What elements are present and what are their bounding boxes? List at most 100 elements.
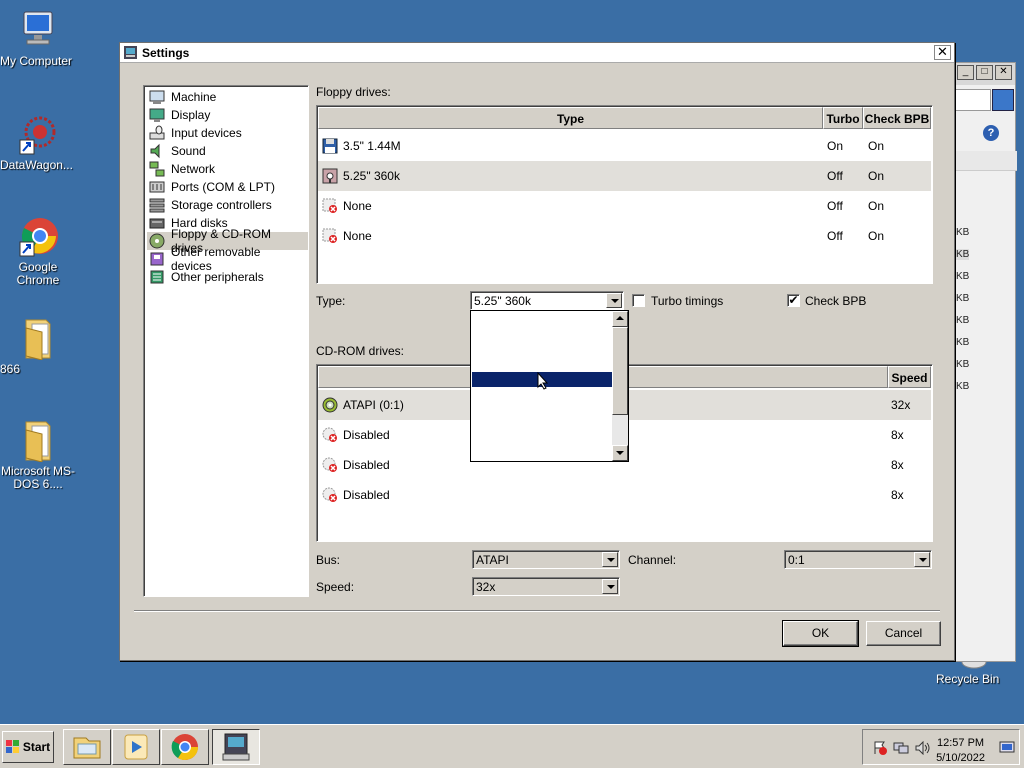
check-bpb-label[interactable]: Check BPB [805, 294, 866, 308]
check-bpb-checkbox[interactable]: ✔ [787, 294, 800, 307]
cancel-button[interactable]: Cancel [866, 621, 941, 646]
column-header-check-bpb[interactable]: Check BPB [863, 107, 931, 129]
machine-icon [149, 89, 165, 105]
speed-select[interactable]: 32x [472, 577, 620, 596]
channel-label: Channel: [628, 553, 677, 567]
size-cell: KB [956, 293, 970, 304]
minimize-button[interactable]: _ [957, 65, 974, 80]
category-display[interactable]: Display [147, 106, 214, 124]
channel-select[interactable]: 0:1 [784, 550, 932, 569]
desktop-icon-datawagon[interactable]: DataWagon... [0, 112, 76, 172]
help-icon[interactable]: ? [983, 125, 999, 141]
clock-date: 5/10/2022 [936, 752, 985, 764]
column-header[interactable] [953, 151, 1017, 171]
shortcut-icon [16, 112, 60, 156]
scroll-down-icon[interactable] [612, 445, 628, 461]
chevron-down-icon[interactable] [602, 552, 618, 567]
size-cell: KB [956, 359, 970, 370]
dropdown-option[interactable] [472, 447, 612, 462]
column-header-speed[interactable]: Speed [888, 366, 931, 388]
dropdown-option[interactable] [472, 417, 612, 432]
speed-cell: 8x [891, 428, 904, 442]
dialog-title: Settings [142, 46, 190, 60]
clock[interactable]: 12:57 PM 5/10/2022 [936, 736, 985, 766]
media-player-icon[interactable] [112, 729, 160, 765]
table-row[interactable]: None Off On [318, 221, 931, 251]
action-center-icon[interactable] [873, 741, 887, 755]
scroll-up-icon[interactable] [612, 311, 628, 327]
turbo-cell: Off [827, 199, 843, 213]
network-icon[interactable] [893, 741, 909, 755]
category-list: Machine Display Input devices Sound Netw… [143, 85, 309, 597]
type-cell: None [343, 229, 372, 243]
cdrom-icon [322, 397, 338, 413]
dropdown-option[interactable] [472, 402, 612, 417]
desktop-icon-866[interactable]: 866 [0, 316, 76, 376]
category-input-devices[interactable]: Input devices [147, 124, 246, 142]
dropdown-option[interactable] [472, 312, 612, 327]
hard-disk-icon [149, 215, 165, 231]
category-network[interactable]: Network [147, 160, 219, 178]
floppy-type-select[interactable]: 5.25" 360k [470, 291, 624, 310]
column-header-turbo[interactable]: Turbo [823, 107, 863, 129]
turbo-timings-label[interactable]: Turbo timings [651, 294, 723, 308]
floppy-525-icon [322, 168, 338, 184]
category-other-removable[interactable]: Other removable devices [147, 245, 308, 273]
mouse-cursor-icon [537, 371, 549, 393]
category-ports[interactable]: Ports (COM & LPT) [147, 178, 279, 196]
volume-icon[interactable] [915, 740, 931, 756]
desktop-icon-my-computer[interactable]: My Computer [0, 8, 76, 68]
dropdown-option[interactable] [472, 327, 612, 342]
storage-controllers-icon [149, 197, 165, 213]
close-button[interactable]: ✕ [995, 65, 1012, 80]
dialog-titlebar[interactable]: Settings ✕ [120, 43, 954, 63]
sound-icon [149, 143, 165, 159]
table-row[interactable]: 5.25" 360k Off On [318, 161, 931, 191]
size-cell: KB [956, 271, 970, 282]
show-desktop-icon[interactable] [999, 740, 1015, 754]
chevron-down-icon[interactable] [606, 293, 622, 308]
chrome-icon[interactable] [161, 729, 209, 765]
dropdown-option[interactable] [472, 357, 612, 372]
cdrom-drives-label: CD-ROM drives: [316, 344, 405, 358]
turbo-cell: Off [827, 169, 843, 183]
turbo-timings-checkbox[interactable] [632, 294, 645, 307]
file-explorer-icon[interactable] [63, 729, 111, 765]
speed-cell: 32x [891, 398, 911, 412]
background-search-box[interactable] [955, 89, 991, 111]
folder-icon [16, 316, 60, 361]
maximize-button[interactable]: □ [976, 65, 993, 80]
chevron-down-icon[interactable] [602, 579, 618, 594]
folder-icon [16, 418, 60, 463]
bus-select[interactable]: ATAPI [472, 550, 620, 569]
desktop-icon-google-chrome[interactable]: Google Chrome [0, 214, 76, 287]
table-row[interactable]: 3.5" 1.44M On On [318, 131, 931, 161]
network-icon [149, 161, 165, 177]
86box-icon[interactable] [212, 729, 260, 765]
desktop-icon-msdos[interactable]: Microsoft MS-DOS 6.... [0, 418, 76, 491]
ok-button[interactable]: OK [782, 620, 859, 647]
start-label: Start [22, 740, 51, 754]
chevron-down-icon[interactable] [914, 552, 930, 567]
start-button[interactable]: Start [2, 731, 54, 763]
category-other-peripherals[interactable]: Other peripherals [147, 268, 268, 286]
dropdown-option[interactable] [472, 342, 612, 357]
dropdown-scrollbar[interactable] [612, 311, 628, 461]
category-sound[interactable]: Sound [147, 142, 210, 160]
category-label: Network [171, 162, 216, 176]
desktop-icon-label: Microsoft MS-DOS 6.... [0, 464, 75, 491]
search-icon[interactable] [992, 89, 1014, 111]
check-bpb-cell: On [868, 139, 885, 153]
close-button[interactable]: ✕ [934, 45, 951, 60]
table-row[interactable]: Disabled 8x [318, 480, 931, 510]
bus-cell: ATAPI (0:1) [343, 398, 404, 412]
type-cell: 5.25" 360k [343, 169, 400, 183]
scrollbar-thumb[interactable] [612, 327, 628, 415]
category-machine[interactable]: Machine [147, 88, 220, 106]
table-row[interactable]: None Off On [318, 191, 931, 221]
bus-cell: Disabled [343, 488, 390, 502]
cdrom-disabled-icon [322, 487, 338, 503]
dropdown-option[interactable] [472, 432, 612, 447]
column-header-type[interactable]: Type [318, 107, 823, 129]
category-storage-controllers[interactable]: Storage controllers [147, 196, 276, 214]
